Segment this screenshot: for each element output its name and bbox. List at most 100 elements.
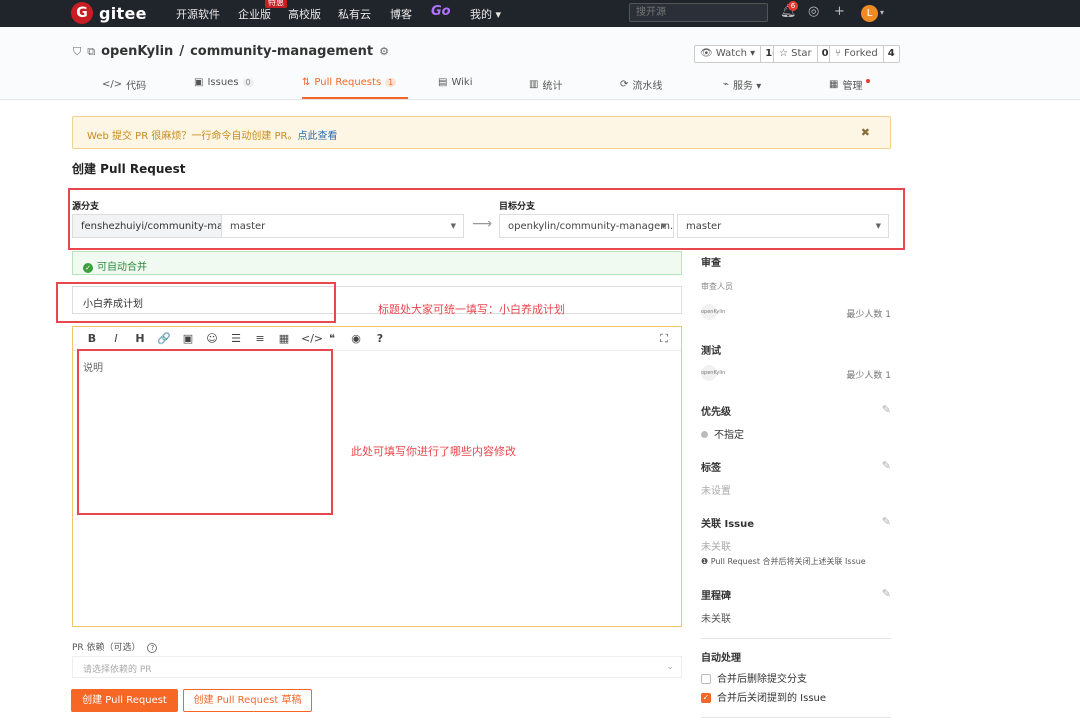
gitee-logo-icon: G	[71, 2, 93, 24]
nav-blog[interactable]: 博客	[390, 6, 412, 22]
target-repo-value: openkylin/community-managem...	[508, 221, 674, 232]
target-repo-select[interactable]: openkylin/community-managem... ▼	[499, 214, 674, 238]
search-input[interactable]	[629, 3, 768, 22]
plus-icon[interactable]: +	[834, 4, 845, 19]
dependency-select[interactable]: 请选择依赖的 PR ⌄	[72, 656, 682, 678]
repo-name-link[interactable]: community-management	[190, 44, 373, 59]
repo-tabs: </> 代码 ▣ Issues 0 ⇅ Pull Requests 1 ▤ Wiki ▥ 统计…	[0, 75, 1080, 100]
tab-manage[interactable]: ▦ 管理	[829, 77, 871, 92]
auto-opt2-label: 合并后关闭提到的 Issue	[717, 693, 827, 704]
nav-enterprise[interactable]: 企业版	[238, 6, 271, 22]
bullet-list-icon[interactable]: ☰	[229, 332, 243, 345]
heading-icon[interactable]: H	[133, 332, 147, 345]
editor-toolbar: B I H 🔗 ▣ ☺ ☰ ≡ ▦ </> ❝ ◉ ? ⛶	[73, 327, 681, 351]
labels-title: 标签	[701, 463, 721, 474]
tester-row: openKylin 最少人数 1	[701, 365, 891, 381]
manage-dot	[866, 78, 871, 83]
annotation-box-body	[77, 349, 333, 515]
nav-mine[interactable]: 我的 ▾	[470, 6, 501, 22]
repo-header: ⛉ ⧉ openKylin / community-management ⚙ 👁…	[0, 27, 1080, 100]
star-button[interactable]: ☆ Star 0	[773, 45, 834, 63]
tester-avatar[interactable]: openKylin	[701, 365, 725, 381]
edit-icon[interactable]: ✎	[882, 515, 891, 528]
create-pr-button[interactable]: 创建 Pull Request	[71, 689, 178, 712]
priority-value: 不指定	[714, 430, 744, 441]
gitee-logo[interactable]: G gitee	[71, 2, 147, 24]
close-icon[interactable]: ✖	[861, 126, 870, 139]
fullscreen-icon[interactable]: ⛶	[657, 332, 671, 346]
watch-label: 👁 Watch ▾	[695, 46, 762, 62]
help-icon[interactable]: ?	[373, 332, 387, 345]
link-icon[interactable]: 🔗	[157, 332, 171, 345]
code-icon[interactable]: </>	[301, 332, 323, 345]
fork-label: ⑂ Forked	[830, 46, 884, 62]
ordered-list-icon[interactable]: ≡	[253, 332, 267, 345]
merge-status-text: 可自动合并	[97, 262, 147, 273]
italic-icon[interactable]: I	[109, 332, 123, 345]
pin-icon[interactable]: ◎	[808, 4, 819, 19]
merge-status: ✓ 可自动合并	[72, 251, 682, 275]
repo-owner-link[interactable]: openKylin	[101, 44, 173, 59]
annotation-title-note: 标题处大家可统一填写：小白养成计划	[378, 303, 565, 316]
page-title: 创建 Pull Request	[72, 162, 186, 176]
target-branch-select[interactable]: master ▼	[677, 214, 889, 238]
issues-count: 0	[242, 78, 254, 87]
auto-close-issue-option[interactable]: ✓ 合并后关闭提到的 Issue	[701, 689, 891, 704]
image-icon[interactable]: ▣	[181, 332, 195, 345]
emoji-icon[interactable]: ☺	[205, 332, 219, 345]
alert-link[interactable]: 点此查看	[297, 131, 337, 142]
tab-pipeline[interactable]: ⟳ 流水线	[620, 77, 662, 92]
create-draft-pr-button[interactable]: 创建 Pull Request 草稿	[183, 689, 312, 712]
edit-icon[interactable]: ✎	[882, 403, 891, 416]
sidebar-divider	[701, 638, 891, 639]
user-avatar[interactable]: L	[861, 5, 878, 22]
nav-open-source[interactable]: 开源软件	[176, 6, 220, 22]
delete-branch-checkbox[interactable]	[701, 674, 711, 684]
chevron-down-icon: ⌄	[666, 662, 674, 672]
tab-wiki[interactable]: ▤ Wiki	[438, 77, 472, 88]
edit-icon[interactable]: ✎	[882, 587, 891, 600]
reviewer-row: openKylin 最少人数 1	[701, 304, 891, 320]
issue-note: Pull Request 合并后将关闭上述关联 Issue	[710, 557, 866, 566]
nav-go[interactable]: Go	[431, 4, 451, 19]
auto-delete-branch-option[interactable]: 合并后删除提交分支	[701, 670, 891, 685]
milestone-title: 里程碑	[701, 591, 731, 602]
alert-text: Web 提交 PR 很麻烦？一行命令自动创建 PR。	[87, 131, 298, 142]
nav-education[interactable]: 高校版	[288, 6, 321, 22]
reviewer-avatar[interactable]: openKylin	[701, 304, 725, 320]
tab-stats[interactable]: ▥ 统计	[529, 77, 562, 92]
tab-label: 统计	[542, 81, 563, 92]
edit-icon[interactable]: ✎	[882, 459, 891, 472]
labels-value: 未设置	[701, 486, 731, 497]
issue-note-row: ❶ Pull Request 合并后将关闭上述关联 Issue	[701, 556, 891, 567]
sidebar-auto-title: 自动处理	[701, 653, 741, 664]
annotation-box-title	[56, 282, 336, 323]
notification-count: 6	[788, 1, 798, 11]
tab-code[interactable]: </> 代码	[102, 77, 146, 92]
caret-down-icon: ▼	[450, 222, 456, 230]
close-issue-checkbox[interactable]: ✓	[701, 693, 711, 703]
bold-icon[interactable]: B	[85, 332, 99, 345]
annotation-body-note: 此处可填写你进行了哪些内容修改	[351, 445, 516, 458]
table-icon[interactable]: ▦	[277, 332, 291, 345]
preview-icon[interactable]: ◉	[349, 332, 363, 345]
source-branch-value: master	[230, 221, 266, 232]
fork-button[interactable]: ⑂ Forked 4	[829, 45, 900, 63]
source-branch-select[interactable]: master ▼	[221, 214, 464, 238]
tab-label: Wiki	[451, 77, 473, 88]
wiki-icon: ▤	[438, 77, 448, 88]
quote-icon[interactable]: ❝	[325, 332, 339, 345]
chevron-down-icon[interactable]: ▾	[880, 8, 884, 17]
nav-private-cloud[interactable]: 私有云	[338, 6, 371, 22]
tab-issues[interactable]: ▣ Issues 0	[194, 77, 254, 88]
issue-value: 未关联	[701, 542, 731, 553]
watch-button[interactable]: 👁 Watch ▾ 16	[694, 45, 785, 63]
tab-services[interactable]: ⌁ 服务 ▾	[723, 77, 761, 92]
tab-pull-requests[interactable]: ⇅ Pull Requests 1	[302, 77, 397, 88]
question-icon[interactable]: ?	[147, 643, 158, 653]
code-icon: </>	[102, 79, 123, 90]
tab-label: Pull Requests	[314, 77, 382, 88]
tab-label: 流水线	[632, 81, 663, 92]
source-repo-select[interactable]: fenshezhuiyi/community-ma...	[72, 214, 222, 238]
dependency-label: PR 依赖（可选） ?	[72, 640, 158, 653]
